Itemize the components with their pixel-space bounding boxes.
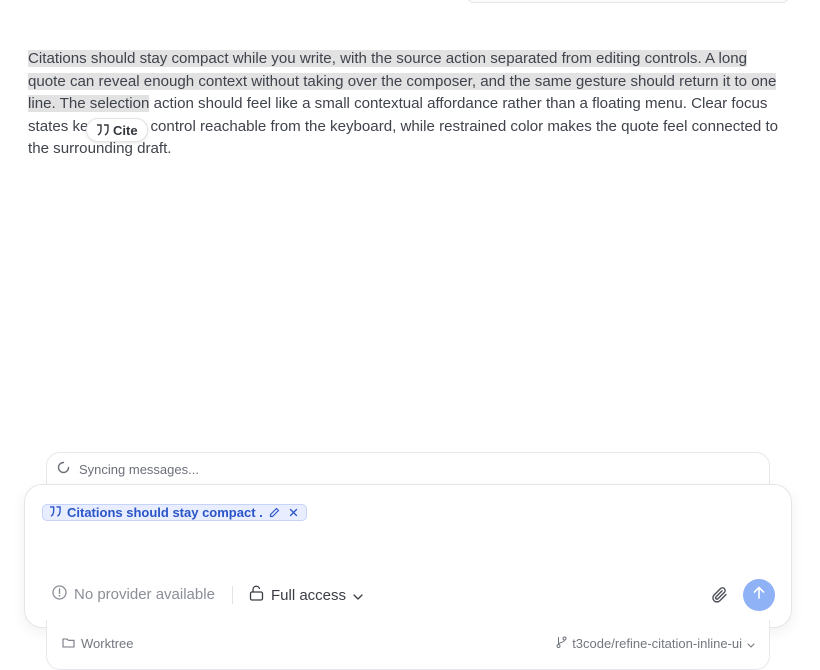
access-label: Full access [271, 586, 347, 604]
status-footer: Worktree t3code/refine-citation-inline-u… [46, 620, 770, 670]
draft-text[interactable]: Citations should stay compact while you … [28, 48, 788, 161]
citation-chip-label: Citations should stay compact ... [67, 505, 262, 520]
pencil-icon[interactable] [267, 506, 281, 520]
close-icon[interactable] [286, 506, 300, 520]
paperclip-icon[interactable] [711, 586, 731, 606]
branch-selector[interactable]: t3code/refine-citation-inline-ui [556, 636, 755, 651]
worktree-button[interactable]: Worktree [62, 636, 134, 651]
provider-label: No provider available [74, 586, 215, 603]
provider-selector[interactable]: No provider available [52, 585, 215, 604]
sync-status-text: Syncing messages... [79, 461, 199, 477]
send-button[interactable] [743, 579, 775, 611]
chevron-down-icon [353, 587, 363, 604]
toolbar-divider [232, 586, 233, 604]
spinner-icon [57, 461, 70, 477]
git-branch-icon [556, 636, 567, 651]
quote-icon [49, 505, 62, 520]
access-selector[interactable]: Full access [249, 585, 363, 605]
cite-label: Cite [113, 122, 138, 138]
worktree-label: Worktree [81, 636, 134, 651]
info-icon [52, 585, 67, 604]
previous-panel-edge [466, 0, 790, 3]
quote-icon [96, 124, 110, 136]
folder-icon [62, 636, 75, 651]
arrow-up-icon [753, 586, 765, 604]
unlock-icon [249, 585, 264, 605]
citation-chip[interactable]: Citations should stay compact ... [42, 504, 307, 521]
composer[interactable]: Citations should stay compact ... No pro… [24, 484, 792, 628]
branch-label: t3code/refine-citation-inline-ui [572, 636, 742, 651]
chevron-down-icon [747, 636, 755, 651]
cite-button[interactable]: Cite [86, 118, 148, 142]
